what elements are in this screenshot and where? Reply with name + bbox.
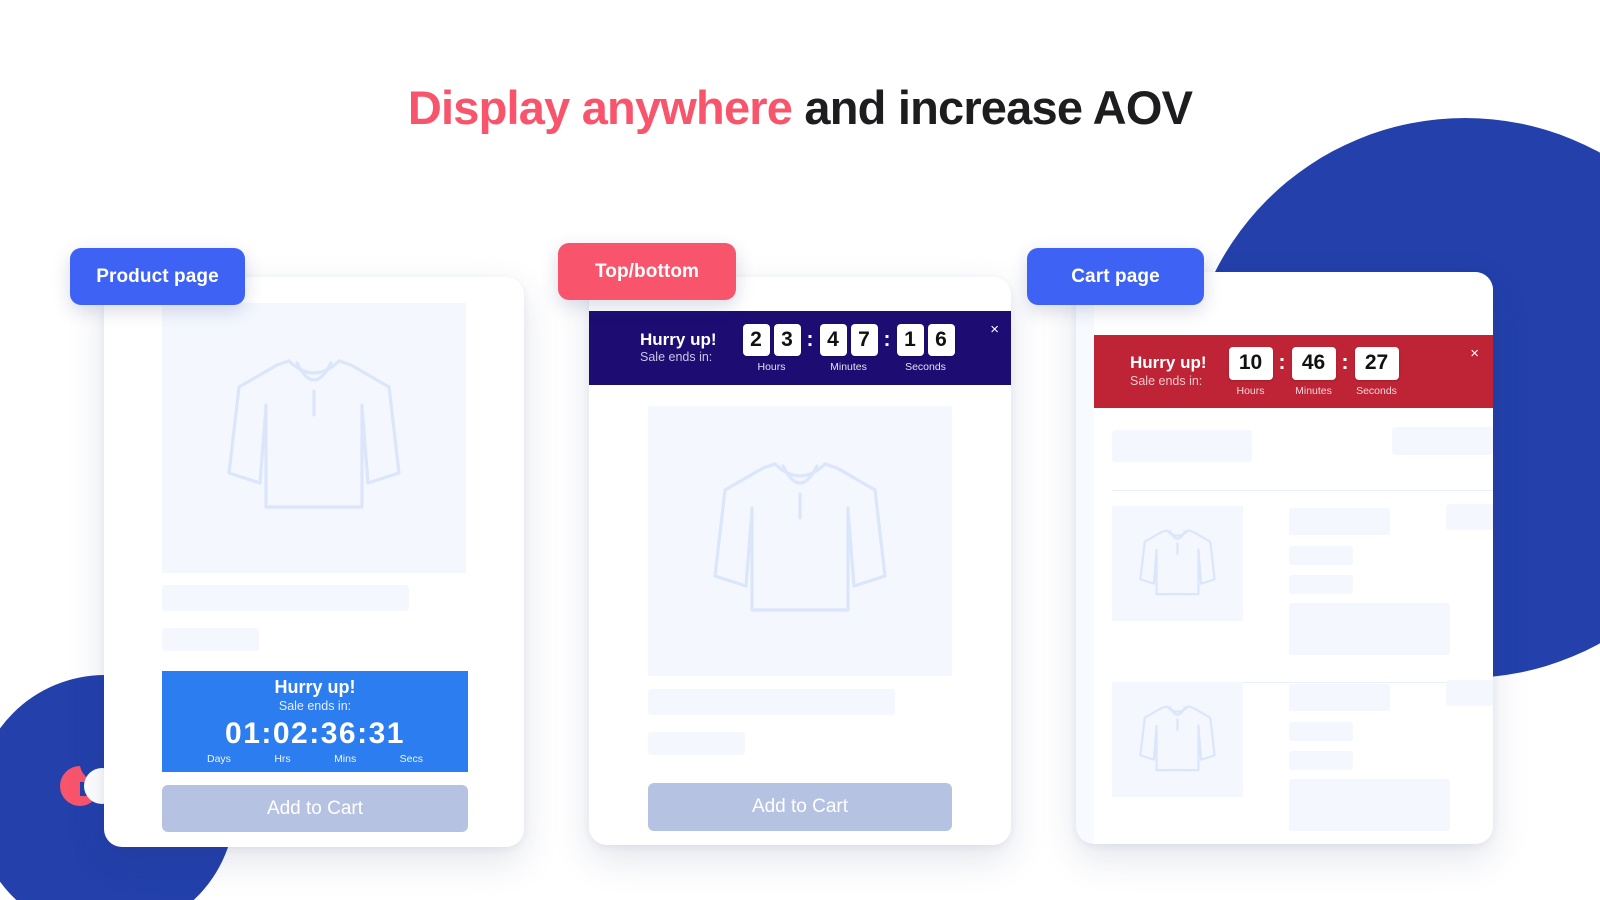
- product-price-placeholder: [162, 628, 259, 651]
- timer-unit-secs: Secs: [399, 753, 423, 766]
- product-page-card: Hurry up! Sale ends in: 01:02:36:31 Days…: [104, 277, 524, 847]
- cart-heading-placeholder: [1112, 430, 1252, 462]
- cart-item-title-placeholder: [1289, 684, 1390, 711]
- product-title-placeholder: [162, 585, 409, 611]
- cart-divider-1: [1112, 490, 1493, 491]
- minutes-digit-row: 4 7: [819, 323, 878, 356]
- countdown-tiles: 10 Hours : 46 Minutes : 27 Seconds: [1228, 346, 1399, 397]
- separator-2: :: [883, 327, 891, 351]
- headline-accent: Display anywhere: [407, 81, 793, 134]
- cart-countdown-bar: Hurry up! Sale ends in: 10 Hours : 46 Mi…: [1094, 335, 1493, 408]
- topbottom-page-card: Hurry up! Sale ends in: 2 3 Hours : 4 7: [589, 277, 1011, 845]
- hours-caption: Hours: [757, 360, 786, 373]
- product-hero-image: [162, 303, 466, 573]
- countdown-unit-minutes: 4 7 Minutes: [819, 323, 878, 373]
- separator-1: :: [1278, 350, 1286, 374]
- seconds-value: 27: [1354, 346, 1399, 380]
- minutes-digit-1: 4: [819, 323, 847, 356]
- timer-unit-mins: Mins: [334, 753, 357, 766]
- bar-label-group: Hurry up! Sale ends in:: [640, 329, 717, 365]
- separator-2: :: [1341, 350, 1349, 374]
- cart-item-meta1-placeholder: [1289, 546, 1353, 565]
- timer-unit-days: Days: [207, 753, 231, 766]
- hours-caption: Hours: [1236, 384, 1265, 397]
- timer-subtitle: Sale ends in:: [278, 698, 352, 713]
- bar-subtitle: Sale ends in:: [640, 350, 713, 365]
- timer-unit-labels: Days Hrs Mins Secs: [207, 753, 423, 765]
- badge-cart-page: Cart page: [1027, 248, 1204, 305]
- seconds-digit-2: 6: [927, 323, 955, 356]
- cart-action-placeholder: [1392, 427, 1493, 455]
- page-title: Display anywhere and increase AOV: [0, 80, 1600, 135]
- countdown-unit-hours: 10 Hours: [1228, 346, 1273, 397]
- cart-item-thumbnail: [1112, 682, 1243, 797]
- timer-digits: 01:02:36:31: [225, 717, 405, 751]
- cart-item-detail-placeholder: [1289, 779, 1450, 831]
- cart-item-detail-placeholder: [1289, 603, 1450, 655]
- hours-value: 10: [1228, 346, 1273, 380]
- add-to-cart-button[interactable]: Add to Cart: [162, 785, 468, 832]
- minutes-value: 46: [1291, 346, 1336, 380]
- countdown-unit-hours: 2 3 Hours: [742, 323, 801, 373]
- shirt-illustration-icon: [1139, 528, 1216, 595]
- cart-item-meta2-placeholder: [1289, 575, 1353, 594]
- seconds-digit-row: 1 6: [896, 323, 955, 356]
- bar-hurry-label: Hurry up!: [640, 329, 717, 349]
- minutes-digit-2: 7: [850, 323, 878, 356]
- hours-digit-row: 2 3: [742, 323, 801, 356]
- cart-item-price-placeholder: [1446, 680, 1493, 706]
- product-countdown-timer: Hurry up! Sale ends in: 01:02:36:31 Days…: [162, 671, 468, 772]
- shirt-illustration-icon: [713, 462, 887, 612]
- countdown-unit-seconds: 1 6 Seconds: [896, 323, 955, 373]
- timer-hurry-label: Hurry up!: [274, 676, 356, 697]
- product-price-placeholder: [648, 732, 745, 755]
- promo-banner: Display anywhere and increase AOV Hurry …: [0, 0, 1600, 900]
- seconds-caption: Seconds: [905, 360, 946, 373]
- seconds-caption: Seconds: [1356, 384, 1397, 397]
- shirt-illustration-icon: [1139, 704, 1216, 771]
- close-icon[interactable]: ×: [990, 322, 999, 337]
- separator-1: :: [806, 327, 814, 351]
- cart-item-meta2-placeholder: [1289, 751, 1353, 770]
- bar-subtitle: Sale ends in:: [1130, 373, 1203, 388]
- add-to-cart-button[interactable]: Add to Cart: [648, 783, 952, 831]
- bar-label-group: Hurry up! Sale ends in:: [1130, 354, 1207, 388]
- countdown-unit-seconds: 27 Seconds: [1354, 346, 1399, 397]
- timer-unit-hrs: Hrs: [274, 753, 291, 766]
- minutes-caption: Minutes: [830, 360, 867, 373]
- hours-digit-1: 2: [742, 323, 770, 356]
- shirt-illustration-icon: [227, 359, 401, 509]
- product-hero-image: [648, 406, 952, 676]
- cart-page-card: Hurry up! Sale ends in: 10 Hours : 46 Mi…: [1076, 272, 1493, 844]
- product-title-placeholder: [648, 689, 895, 715]
- topbottom-countdown-bar: Hurry up! Sale ends in: 2 3 Hours : 4 7: [589, 311, 1011, 385]
- hours-digit-2: 3: [773, 323, 801, 356]
- bar-hurry-label: Hurry up!: [1130, 353, 1207, 373]
- minutes-caption: Minutes: [1295, 384, 1332, 397]
- headline-rest: and increase AOV: [792, 81, 1193, 134]
- cart-item-title-placeholder: [1289, 508, 1390, 535]
- cart-item-price-placeholder: [1446, 504, 1493, 530]
- seconds-digit-1: 1: [896, 323, 924, 356]
- cart-item-thumbnail: [1112, 506, 1243, 621]
- cart-item-meta1-placeholder: [1289, 722, 1353, 741]
- countdown-unit-minutes: 46 Minutes: [1291, 346, 1336, 397]
- close-icon[interactable]: ×: [1470, 346, 1479, 361]
- badge-topbottom: Top/bottom: [558, 243, 736, 300]
- badge-product-page: Product page: [70, 248, 245, 305]
- countdown-tiles: 2 3 Hours : 4 7 Minutes : 1 6 Seconds: [742, 323, 955, 373]
